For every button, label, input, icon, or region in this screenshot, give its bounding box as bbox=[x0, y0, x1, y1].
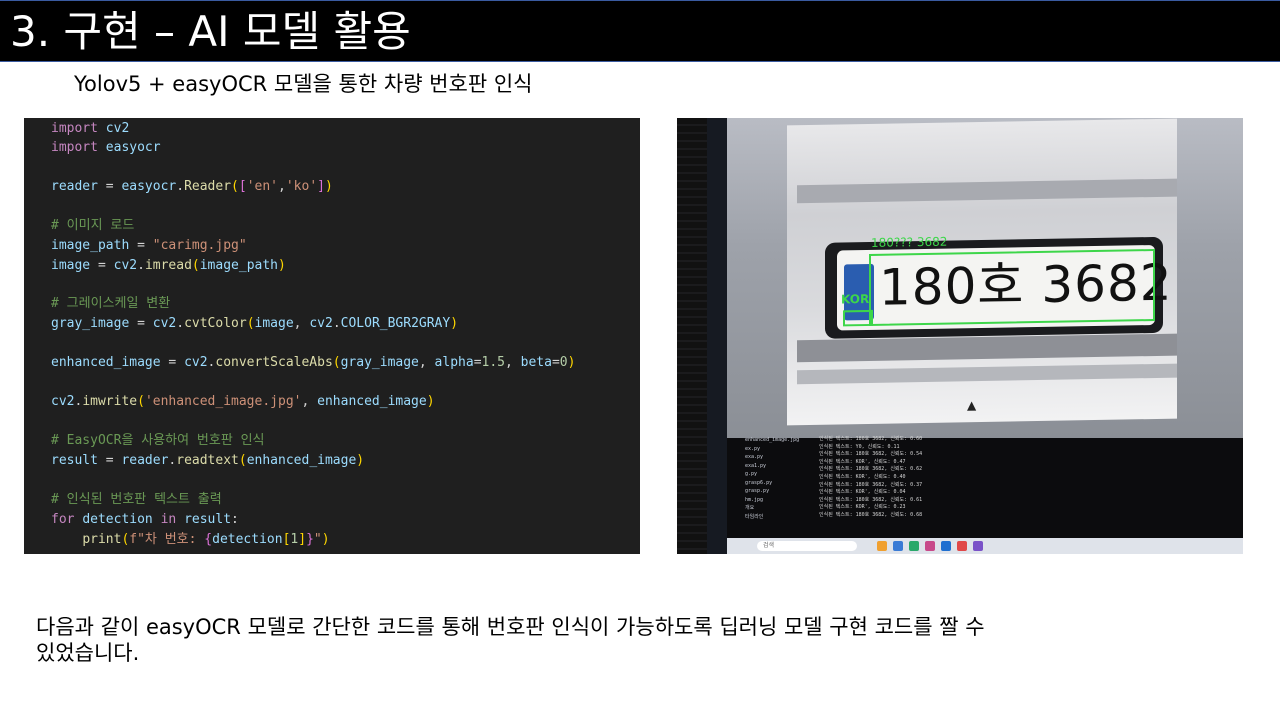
explorer-item[interactable]: 타임라인 bbox=[745, 513, 825, 522]
explorer-item[interactable]: hm.jpg bbox=[745, 496, 825, 505]
file-explorer-icon[interactable] bbox=[877, 541, 887, 551]
detection-box bbox=[869, 248, 1155, 326]
slide-title-bar: 3. 구현 – AI 모델 활용 bbox=[0, 0, 1280, 62]
terminal-line: 인식된 텍스트: KOR', 신뢰도: 0.04 bbox=[819, 489, 906, 496]
code-line-13: enhanced_image = cv2.convertScaleAbs(gra… bbox=[51, 355, 576, 370]
car-bumper-lower bbox=[797, 363, 1177, 385]
terminal-line: 인식된 텍스트: 180호 3682, 신뢰도: 0.60 bbox=[819, 436, 923, 442]
explorer-item[interactable]: exa1.py bbox=[745, 462, 825, 471]
app-icon[interactable] bbox=[973, 541, 983, 551]
code-line-7: image_path = "carimg.jpg" bbox=[51, 238, 247, 253]
detection-label-kor: KOR bbox=[841, 291, 870, 307]
explorer-item[interactable]: grasp6.py bbox=[745, 479, 825, 488]
code-line-11: gray_image = cv2.cvtColor(image, cv2.COL… bbox=[51, 316, 459, 331]
slide-body-text: 다음과 같이 easyOCR 모델로 간단한 코드를 통해 번호판 인식이 가능… bbox=[36, 614, 1236, 666]
car-image: 180호 3682 180??? 3682 KOR ▲ bbox=[787, 118, 1177, 426]
terminal-line: 인식된 텍스트: 180호 3682, 신뢰도: 0.54 bbox=[819, 451, 923, 458]
code-screenshot: import cv2 import easyocr reader = easyo… bbox=[24, 118, 640, 554]
explorer-item[interactable]: grasp.py bbox=[745, 487, 825, 496]
code-line-17: # EasyOCR을 사용하여 번호판 인식 bbox=[51, 433, 265, 448]
windows-taskbar: 검색 bbox=[727, 538, 1243, 554]
mouse-cursor-icon: ▲ bbox=[967, 398, 977, 413]
code-line-10: # 그레이스케일 변환 bbox=[51, 296, 171, 311]
code-line-15: cv2.imwrite('enhanced_image.jpg', enhanc… bbox=[51, 394, 435, 409]
file-explorer: enhanced_image.jpg ex.py exa.py exa1.py … bbox=[745, 436, 825, 536]
explorer-item[interactable]: enhanced_image.jpg bbox=[745, 436, 825, 445]
explorer-item[interactable]: g.py bbox=[745, 470, 825, 479]
plate-recognition-photo: 180호 3682 180??? 3682 KOR ▲ enhanced_ima… bbox=[677, 118, 1243, 554]
code-line-18: result = reader.readtext(enhanced_image) bbox=[51, 453, 365, 468]
code-line-1: import cv2 bbox=[51, 121, 130, 136]
vscode-icon[interactable] bbox=[941, 541, 951, 551]
app-icon[interactable] bbox=[925, 541, 935, 551]
terminal-output: 인식된 텍스트: 180호 3682, 신뢰도: 0.60 인식된 텍스트: Y… bbox=[819, 436, 969, 536]
terminal-line: 인식된 텍스트: KOR', 신뢰도: 0.40 bbox=[819, 473, 906, 480]
vscode-activity-bar bbox=[707, 118, 753, 554]
code-line-21: for detection in result: bbox=[51, 512, 239, 527]
terminal-line: 인식된 텍스트: 180호 3682, 신뢰도: 0.62 bbox=[819, 466, 923, 473]
detection-label: 180??? 3682 bbox=[871, 234, 948, 250]
slide-title: 3. 구현 – AI 모델 활용 bbox=[10, 7, 411, 56]
explorer-item[interactable]: ex.py bbox=[745, 445, 825, 454]
explorer-item[interactable]: 개요 bbox=[745, 504, 825, 513]
app-icon[interactable] bbox=[957, 541, 967, 551]
body-line-2: 있었습니다. bbox=[36, 641, 140, 665]
detection-box-small bbox=[843, 309, 873, 327]
terminal-line: 인식된 텍스트: 180호 3682, 신뢰도: 0.68 bbox=[819, 511, 923, 518]
edge-browser-icon[interactable] bbox=[893, 541, 903, 551]
taskbar-search-input[interactable]: 검색 bbox=[757, 541, 857, 551]
code-line-2: import easyocr bbox=[51, 140, 161, 155]
terminal-line: 인식된 텍스트: KOR', 신뢰도: 0.23 bbox=[819, 504, 906, 511]
car-grille-top bbox=[797, 178, 1177, 204]
slide-subtitle: Yolov5 + easyOCR 모델을 통한 차량 번호판 인식 bbox=[74, 72, 533, 96]
explorer-item[interactable]: exa.py bbox=[745, 453, 825, 462]
code-line-8: image = cv2.imread(image_path) bbox=[51, 258, 286, 273]
code-line-4: reader = easyocr.Reader(['en','ko']) bbox=[51, 179, 333, 194]
image-viewer-area: 180호 3682 180??? 3682 KOR ▲ bbox=[727, 118, 1243, 438]
monitor-edge bbox=[677, 118, 707, 554]
code-line-20: # 인식된 번호판 텍스트 출력 bbox=[51, 492, 222, 507]
app-icon[interactable] bbox=[909, 541, 919, 551]
code-line-6: # 이미지 로드 bbox=[51, 218, 135, 233]
body-line-1: 다음과 같이 easyOCR 모델로 간단한 코드를 통해 번호판 인식이 가능… bbox=[36, 615, 985, 639]
code-line-22: print(f"차 번호: {detection[1]}") bbox=[82, 532, 330, 547]
